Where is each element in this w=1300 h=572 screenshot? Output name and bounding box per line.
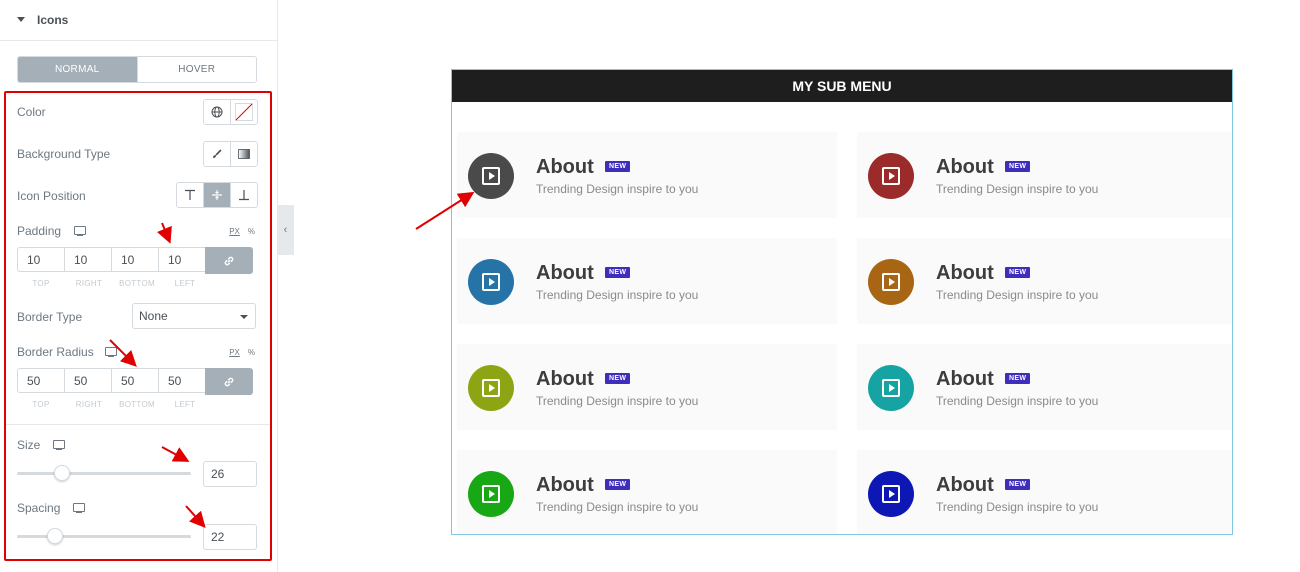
menu-item[interactable]: About NEW Trending Design inspire to you — [857, 450, 1232, 534]
editor-panel: Icons NORMAL HOVER Color Background Type — [0, 0, 278, 572]
highlight-box — [4, 91, 272, 561]
menu-item-icon — [468, 365, 514, 411]
new-badge: NEW — [605, 479, 631, 490]
menu-item-desc: Trending Design inspire to you — [936, 182, 1099, 196]
menu-item[interactable]: About NEW Trending Design inspire to you — [857, 344, 1232, 430]
menu-item-title: About — [536, 262, 594, 284]
tab-hover[interactable]: HOVER — [136, 57, 256, 82]
menu-item[interactable]: About NEW Trending Design inspire to you — [457, 238, 837, 324]
menu-title: MY SUB MENU — [452, 70, 1232, 102]
menu-item-desc: Trending Design inspire to you — [936, 394, 1099, 408]
play-icon — [882, 485, 900, 503]
menu-item-title: About — [536, 368, 594, 390]
menu-item-title: About — [936, 156, 994, 178]
new-badge: NEW — [1005, 161, 1031, 172]
menu-item[interactable]: About NEW Trending Design inspire to you — [457, 450, 837, 534]
play-icon — [482, 485, 500, 503]
menu-item[interactable]: About NEW Trending Design inspire to you — [857, 132, 1232, 218]
menu-item-title: About — [536, 474, 594, 496]
menu-item-title: About — [936, 474, 994, 496]
menu-item-desc: Trending Design inspire to you — [536, 182, 699, 196]
menu-item-icon — [468, 471, 514, 517]
menu-item-icon — [868, 153, 914, 199]
chevron-left-icon: ‹ — [283, 224, 288, 236]
new-badge: NEW — [1005, 373, 1031, 384]
play-icon — [882, 273, 900, 291]
icons-section-header[interactable]: Icons — [0, 0, 277, 41]
new-badge: NEW — [1005, 267, 1031, 278]
menu-item-icon — [468, 259, 514, 305]
tab-normal[interactable]: NORMAL — [18, 57, 137, 82]
new-badge: NEW — [605, 161, 631, 172]
menu-item-title: About — [936, 262, 994, 284]
new-badge: NEW — [605, 373, 631, 384]
menu-item-desc: Trending Design inspire to you — [536, 500, 699, 514]
sub-menu-preview: MY SUB MENU About NEW Trending Design in… — [451, 69, 1233, 535]
menu-item-icon — [468, 153, 514, 199]
menu-item-icon — [868, 259, 914, 305]
state-tabs: NORMAL HOVER — [17, 56, 257, 83]
play-icon — [482, 273, 500, 291]
menu-item[interactable]: About NEW Trending Design inspire to you — [857, 238, 1232, 324]
play-icon — [482, 167, 500, 185]
menu-item-desc: Trending Design inspire to you — [536, 394, 699, 408]
new-badge: NEW — [605, 267, 631, 278]
menu-item-icon — [868, 365, 914, 411]
menu-item-desc: Trending Design inspire to you — [936, 288, 1099, 302]
play-icon — [482, 379, 500, 397]
menu-item[interactable]: About NEW Trending Design inspire to you — [457, 344, 837, 430]
menu-item-title: About — [536, 156, 594, 178]
menu-item-desc: Trending Design inspire to you — [536, 288, 699, 302]
menu-item[interactable]: About NEW Trending Design inspire to you — [457, 132, 837, 218]
menu-item-icon — [868, 471, 914, 517]
play-icon — [882, 379, 900, 397]
collapse-panel-button[interactable]: ‹ — [277, 205, 294, 255]
new-badge: NEW — [1005, 479, 1031, 490]
menu-item-desc: Trending Design inspire to you — [936, 500, 1099, 514]
play-icon — [882, 167, 900, 185]
caret-down-icon — [17, 17, 25, 22]
section-title: Icons — [37, 13, 69, 27]
menu-item-title: About — [936, 368, 994, 390]
